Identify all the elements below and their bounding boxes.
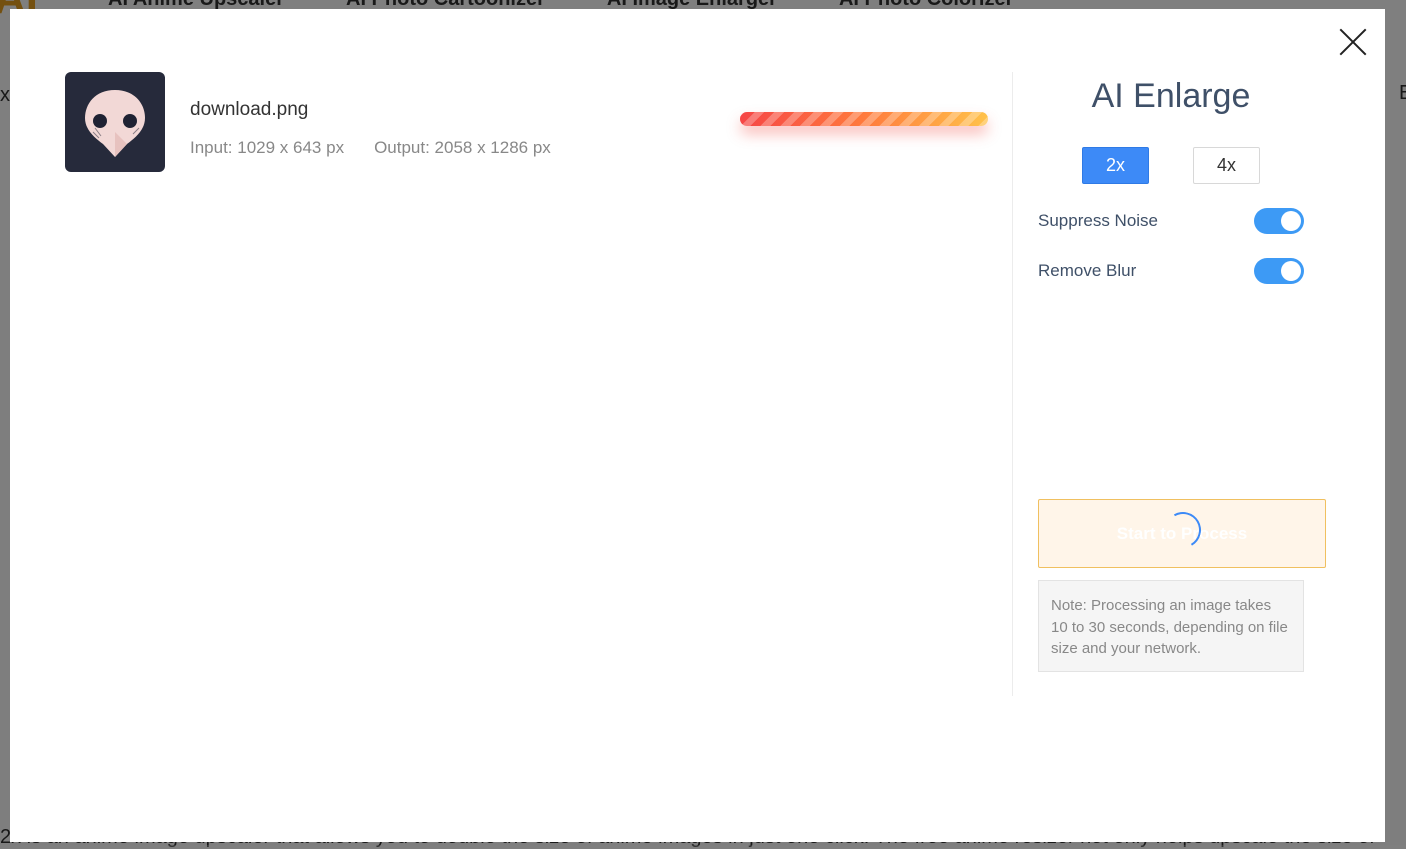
processing-note: Note: Processing an image takes 10 to 30… <box>1038 580 1304 672</box>
input-dimensions: Input: 1029 x 643 px <box>190 138 345 157</box>
enlarge-modal: download.png Input: 1029 x 643 px Output… <box>10 9 1385 842</box>
scale-4x-button[interactable]: 4x <box>1193 147 1260 184</box>
image-thumbnail <box>65 72 165 172</box>
scale-2x-button[interactable]: 2x <box>1082 147 1149 184</box>
suppress-noise-toggle[interactable] <box>1254 208 1304 234</box>
loading-spinner-icon <box>1160 507 1206 553</box>
output-dimensions: Output: 2058 x 1286 px <box>374 138 551 157</box>
remove-blur-label: Remove Blur <box>1038 261 1137 280</box>
close-icon[interactable] <box>1338 27 1368 57</box>
panel-title: AI Enlarge <box>1091 77 1251 115</box>
remove-blur-toggle[interactable] <box>1254 258 1304 284</box>
toggle-knob <box>1281 211 1301 231</box>
panel-divider <box>1012 72 1013 696</box>
file-name: download.png <box>190 99 309 120</box>
toggle-knob <box>1281 261 1301 281</box>
progress-bar <box>740 112 988 126</box>
start-process-button[interactable]: Start to Process <box>1038 499 1326 568</box>
suppress-noise-label: Suppress Noise <box>1038 211 1159 230</box>
image-dimensions: Input: 1029 x 643 px Output: 2058 x 1286… <box>190 138 551 158</box>
